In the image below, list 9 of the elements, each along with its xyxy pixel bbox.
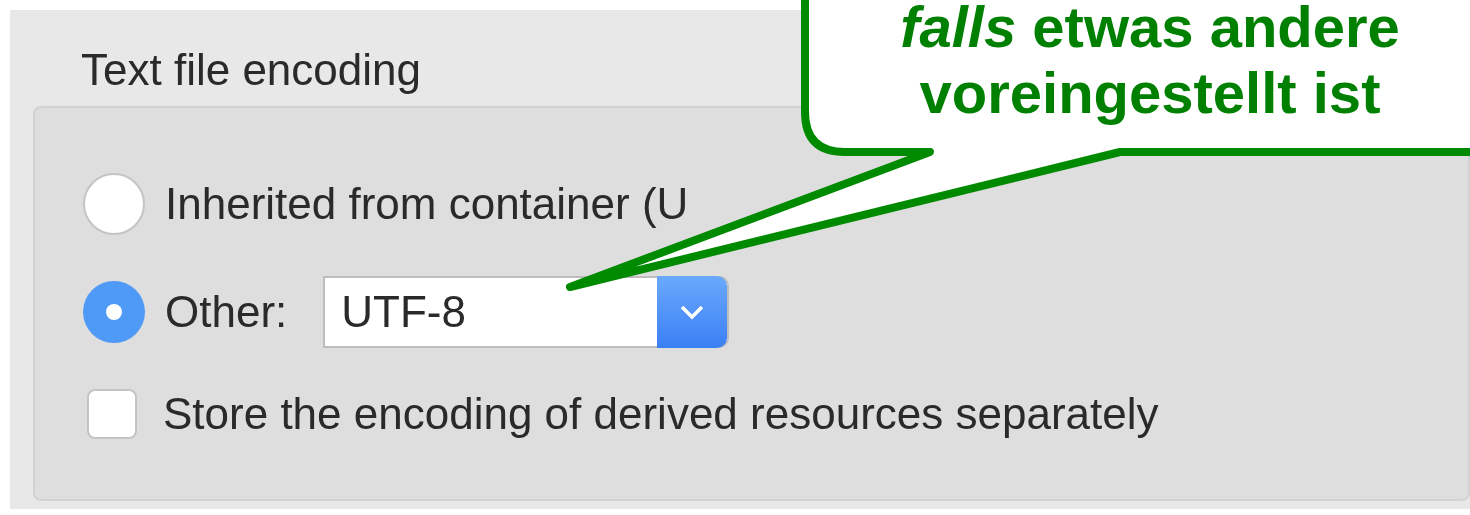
encoding-dropdown[interactable]: UTF-8 [323, 276, 730, 348]
chevron-down-icon [679, 304, 706, 320]
group-title: Text file encoding [81, 48, 422, 92]
checkbox-label: Store the encoding of derived resources separately [163, 388, 1159, 440]
radio-label: Inherited from container (U [165, 178, 689, 230]
callout-text: voreingestellt ist [919, 60, 1381, 126]
checkbox[interactable] [87, 389, 137, 439]
radio-label: Other: [165, 286, 288, 338]
callout-text: falls etwas andere [900, 0, 1400, 60]
